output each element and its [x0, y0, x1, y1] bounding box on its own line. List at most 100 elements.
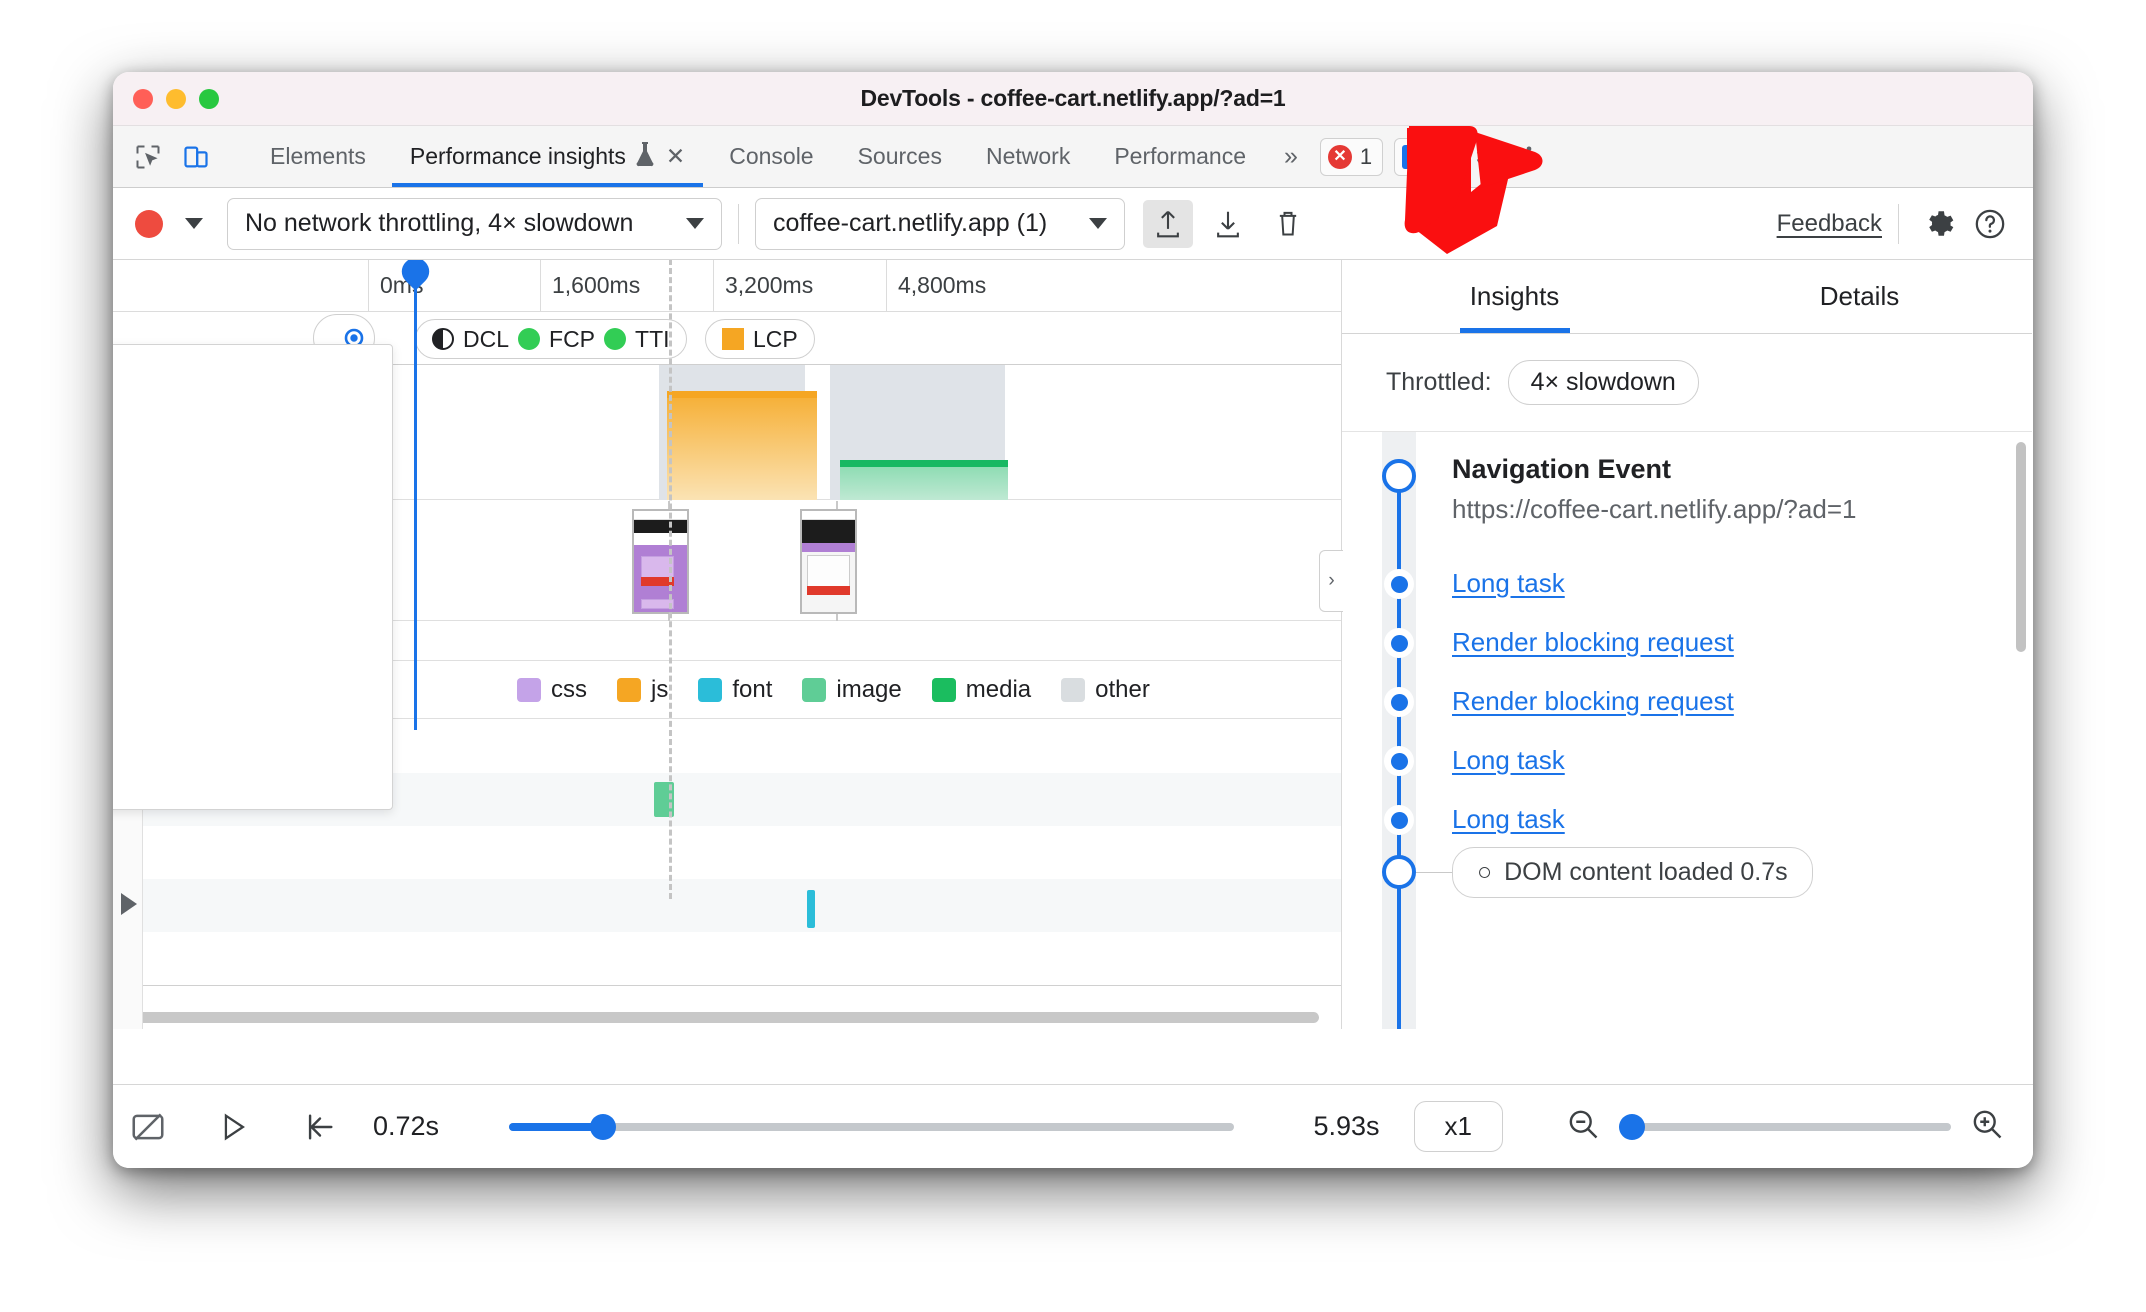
event-node-dom-content-loaded[interactable] [1382, 855, 1416, 889]
thumb-header [802, 511, 855, 521]
insight-link-render-blocking-2[interactable]: Render blocking request [1452, 686, 1734, 717]
dcl-label: DOM content loaded 0.7s [1504, 858, 1788, 886]
navigation-event-url: https://coffee-cart.netlify.app/?ad=1 [1452, 494, 1857, 524]
timeline-pane[interactable]: 0ms 1,600ms 3,200ms 4,800ms DCL FCP TTI … [113, 260, 1342, 1029]
sidebar-collapse-handle[interactable]: › [1319, 550, 1343, 612]
network-row[interactable] [113, 826, 1341, 879]
legend-label: media [965, 675, 1032, 703]
record-options-caret-icon[interactable] [185, 218, 203, 229]
export-recording-button[interactable] [1203, 200, 1253, 248]
zoom-out-button[interactable] [1565, 1106, 1601, 1147]
kebab-menu-icon[interactable] [1512, 140, 1546, 174]
insight-link-long-task-1[interactable]: Long task [1452, 568, 1565, 599]
close-tab-icon[interactable]: ✕ [666, 143, 685, 170]
marker-group-dcl-fcp-tti[interactable]: DCL FCP TTI [415, 319, 687, 359]
dom-content-loaded-badge[interactable]: ○ DOM content loaded 0.7s [1452, 847, 1813, 898]
tab-elements[interactable]: Elements [248, 126, 388, 187]
legend-label: font [732, 675, 773, 703]
message-counter[interactable]: 1 [1394, 137, 1458, 176]
sidebar-tabs: Insights Details [1342, 260, 2032, 334]
more-tabs-icon[interactable]: » [1268, 126, 1314, 187]
insight-link-long-task-2[interactable]: Long task [1452, 745, 1565, 776]
error-counter[interactable]: ✕ 1 [1319, 137, 1384, 176]
tab-label: Network [985, 143, 1071, 169]
help-question-icon[interactable] [1965, 200, 2015, 248]
thumb-body [634, 545, 687, 612]
expand-track-icon[interactable] [121, 893, 137, 915]
network-row[interactable] [113, 932, 1341, 985]
throttling-dropdown[interactable]: No network throttling, 4× slowdown [227, 197, 722, 250]
legend-item-css: css [517, 676, 587, 704]
tab-label: Performance [1114, 143, 1246, 169]
timeline-playhead[interactable] [396, 260, 435, 730]
timeline-horizontal-scrollbar[interactable] [121, 1012, 1319, 1023]
tab-sources[interactable]: Sources [836, 126, 964, 187]
network-bar-font[interactable] [807, 890, 815, 928]
import-recording-button[interactable] [1143, 199, 1193, 248]
legend-item-media: media [931, 675, 1032, 704]
devtools-window: DevTools - coffee-cart.netlify.app/?ad=1 [113, 72, 2033, 1168]
legend-item-js: js [617, 676, 668, 704]
thumb-gap [634, 533, 687, 546]
main-content: 0ms 1,600ms 3,200ms 4,800ms DCL FCP TTI … [113, 260, 2033, 1029]
js-swatch-icon [617, 677, 641, 702]
legend-item-image: image [802, 676, 902, 704]
hide-screenshots-button[interactable] [113, 1108, 183, 1146]
range-end-time: 5.93s [1313, 1111, 1380, 1141]
tab-insights[interactable]: Insights [1342, 260, 1687, 333]
flame-bar-js[interactable] [667, 398, 817, 500]
ruler-tick: 1,600ms [540, 260, 640, 311]
message-icon [1402, 144, 1427, 169]
jump-to-start-button[interactable] [283, 1110, 357, 1144]
marker-label-lcp: LCP [753, 325, 798, 352]
sidebar-scrollbar[interactable] [2016, 442, 2026, 652]
thumb-hero [802, 520, 855, 544]
image-swatch-icon [802, 677, 827, 702]
tab-performance-insights[interactable]: Performance insights ✕ [388, 126, 707, 187]
delete-recording-button[interactable] [1263, 200, 1313, 248]
hover-cursor-line [669, 260, 672, 899]
insight-link-long-task-3[interactable]: Long task [1452, 804, 1565, 835]
fcp-swatch-icon [518, 328, 541, 350]
insight-event-list[interactable]: Navigation Event https://coffee-cart.net… [1342, 432, 2032, 1029]
marker-lcp[interactable]: LCP [705, 319, 815, 359]
tab-performance[interactable]: Performance [1092, 126, 1268, 187]
tab-details[interactable]: Details [1687, 260, 2032, 333]
tab-network[interactable]: Network [964, 126, 1092, 187]
event-node-dot[interactable] [1384, 628, 1414, 658]
zoom-slider-knob[interactable] [1619, 1113, 1646, 1140]
event-node-dot[interactable] [1384, 746, 1414, 776]
zoom-slider[interactable] [1619, 1113, 1951, 1140]
filmstrip-thumbnail[interactable] [800, 509, 857, 614]
gear-icon[interactable] [1470, 140, 1504, 174]
zoom-in-button[interactable] [1969, 1106, 2005, 1147]
tabstrip-right-icons [1470, 126, 1562, 187]
time-range-slider[interactable] [509, 1113, 1234, 1140]
inspect-cursor-icon[interactable] [131, 140, 165, 174]
recording-select-dropdown[interactable]: coffee-cart.netlify.app (1) [755, 197, 1125, 250]
tab-label: Console [729, 143, 814, 169]
slider-knob[interactable] [590, 1113, 617, 1140]
feedback-link[interactable]: Feedback [1777, 210, 1882, 238]
flame-bar-media[interactable] [840, 467, 1008, 500]
playback-speed-button[interactable]: x1 [1413, 1101, 1503, 1152]
filmstrip-thumbnail[interactable] [632, 509, 689, 614]
network-row[interactable] [113, 879, 1341, 932]
tti-swatch-icon [604, 328, 627, 350]
throttled-value-badge: 4× slowdown [1507, 360, 1699, 405]
tab-console[interactable]: Console [707, 126, 835, 187]
insight-link-render-blocking-1[interactable]: Render blocking request [1452, 627, 1734, 658]
event-node-dot[interactable] [1384, 805, 1414, 835]
device-toolbar-icon[interactable] [179, 140, 213, 174]
dcl-connector-line [1416, 872, 1454, 873]
event-node-dot[interactable] [1384, 569, 1414, 599]
event-node-navigation[interactable] [1382, 459, 1416, 493]
insights-sidebar: Insights Details Throttled: 4× slowdown … [1342, 260, 2032, 1029]
play-button[interactable] [183, 1110, 283, 1144]
record-button[interactable] [135, 209, 163, 238]
ruler-tick: 4,800ms [886, 260, 986, 311]
thumb-body [802, 552, 855, 612]
timeline-ruler[interactable]: 0ms 1,600ms 3,200ms 4,800ms [113, 260, 1341, 312]
event-node-dot[interactable] [1384, 687, 1414, 717]
settings-gear-icon[interactable] [1915, 200, 1965, 248]
